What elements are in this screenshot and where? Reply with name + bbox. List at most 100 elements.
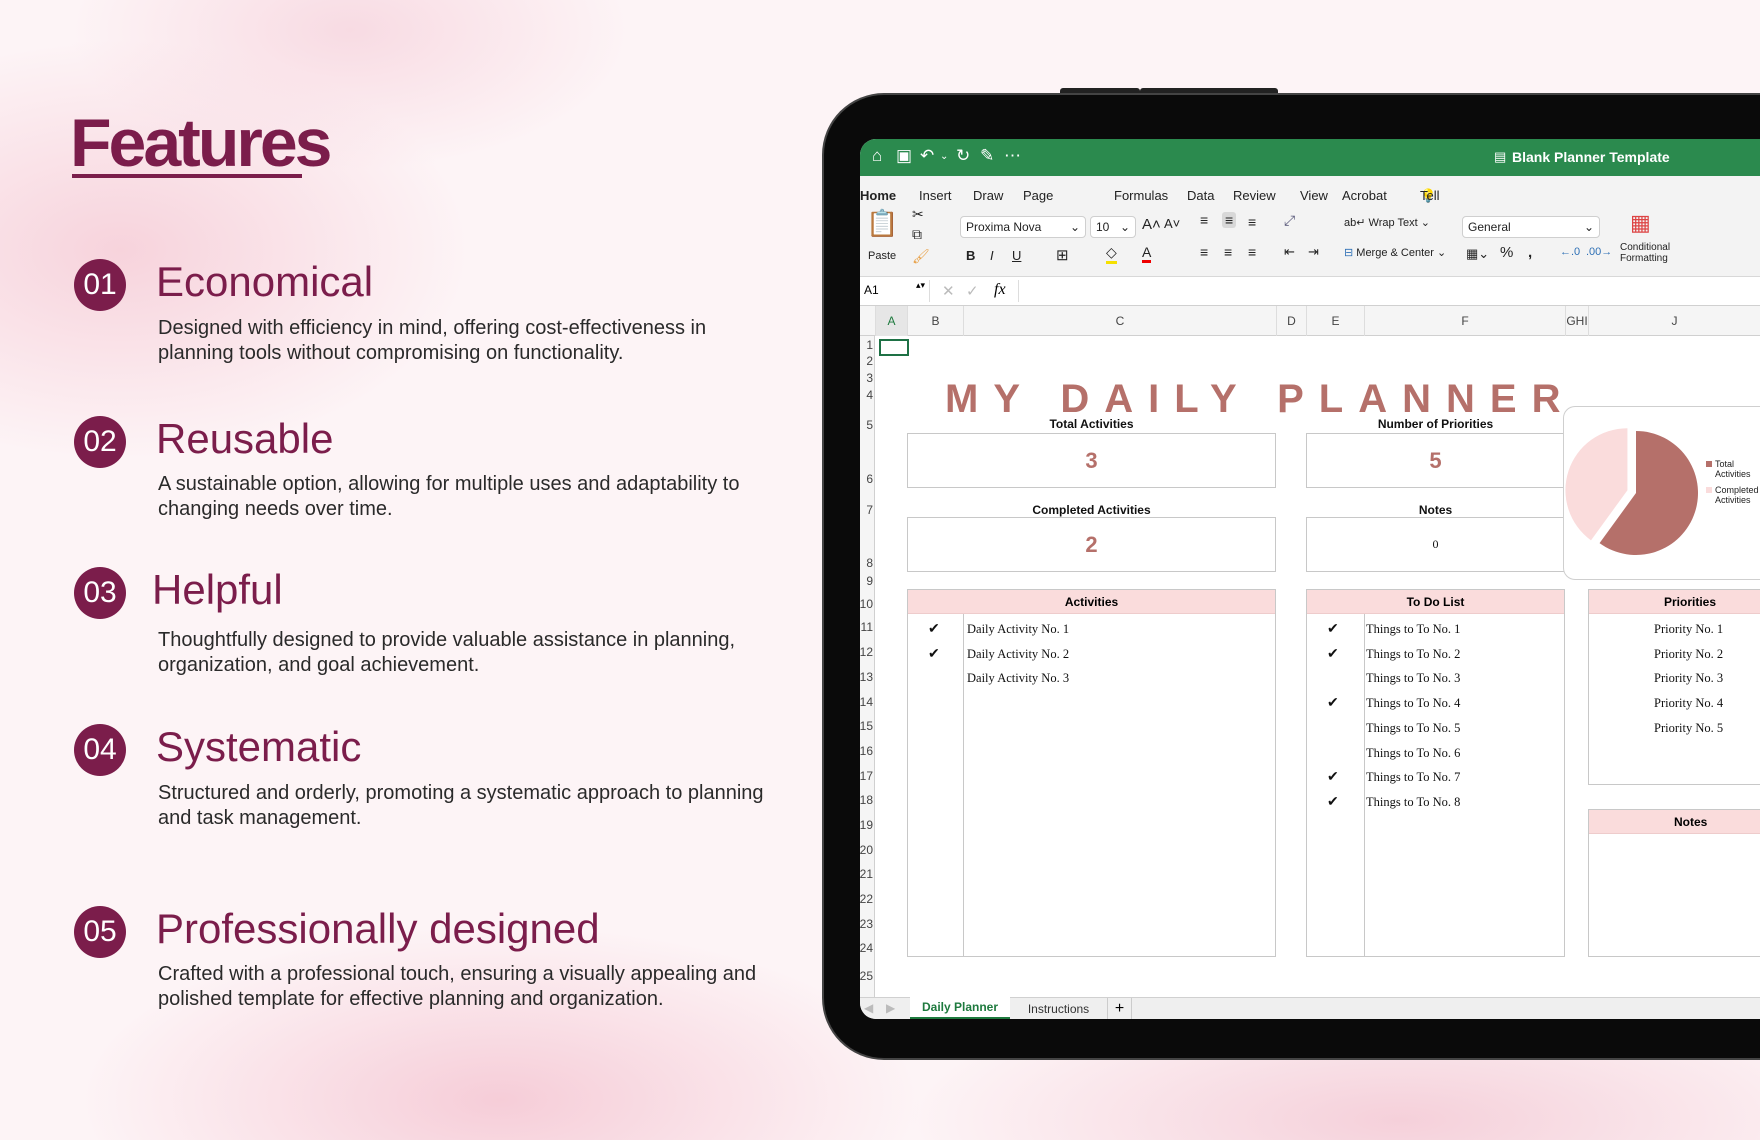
column-header[interactable]: C bbox=[963, 306, 1276, 336]
function-icon[interactable]: fx bbox=[994, 281, 1006, 299]
column-header[interactable]: A bbox=[875, 306, 907, 336]
list-item[interactable]: Things to To No. 3 bbox=[1366, 671, 1460, 686]
decrease-decimal-icon[interactable]: .00→ bbox=[1586, 246, 1612, 258]
list-item[interactable]: Things to To No. 8 bbox=[1366, 795, 1460, 810]
wrap-text-button[interactable]: ab↵ Wrap Text ⌄ bbox=[1344, 216, 1430, 229]
paste-icon[interactable]: 📋 bbox=[866, 208, 898, 239]
more-icon[interactable]: ⋯ bbox=[1004, 146, 1021, 166]
checkmark-icon[interactable]: ✔ bbox=[1327, 645, 1339, 662]
scroll-left-icon[interactable]: ◀ bbox=[864, 1001, 873, 1015]
checkmark-icon[interactable]: ✔ bbox=[1327, 793, 1339, 810]
row-header[interactable]: 2 bbox=[866, 355, 873, 367]
row-header[interactable]: 8 bbox=[866, 557, 873, 569]
checkmark-icon[interactable]: ✔ bbox=[928, 620, 940, 637]
italic-button[interactable]: I bbox=[990, 248, 994, 263]
formula-input[interactable] bbox=[1018, 280, 1760, 302]
list-item[interactable]: Priority No. 5 bbox=[1654, 721, 1723, 736]
align-middle-icon[interactable]: ≡ bbox=[1222, 212, 1237, 228]
row-header[interactable]: 7 bbox=[866, 504, 873, 516]
list-item[interactable]: Priority No. 3 bbox=[1654, 671, 1723, 686]
row-header[interactable]: 11 bbox=[861, 621, 873, 633]
conditional-formatting-icon[interactable]: ▦ bbox=[1630, 210, 1651, 236]
edit-icon[interactable]: ✎ bbox=[980, 146, 994, 166]
chevron-down-icon[interactable]: ⌄ bbox=[940, 151, 948, 162]
column-header[interactable]: GHI bbox=[1565, 306, 1588, 336]
list-item[interactable]: Daily Activity No. 3 bbox=[967, 671, 1069, 686]
redo-icon[interactable]: ↻ bbox=[956, 146, 970, 166]
undo-icon[interactable]: ↶ bbox=[920, 146, 934, 166]
increase-indent-icon[interactable]: ⇥ bbox=[1308, 244, 1319, 260]
list-item[interactable]: Things to To No. 7 bbox=[1366, 770, 1460, 785]
paste-label[interactable]: Paste bbox=[868, 250, 896, 262]
merge-center-button[interactable]: ⊟ Merge & Center ⌄ bbox=[1344, 246, 1446, 259]
bold-button[interactable]: B bbox=[966, 248, 975, 263]
row-header[interactable]: 9 bbox=[866, 575, 873, 587]
column-header[interactable]: F bbox=[1364, 306, 1565, 336]
list-item[interactable]: Things to To No. 1 bbox=[1366, 622, 1460, 637]
align-bottom-icon[interactable]: ≡ bbox=[1248, 214, 1256, 230]
column-header[interactable]: E bbox=[1306, 306, 1364, 336]
percent-icon[interactable]: % bbox=[1500, 244, 1513, 261]
list-item[interactable]: Priority No. 4 bbox=[1654, 696, 1723, 711]
row-header[interactable]: 5 bbox=[866, 419, 873, 431]
pie-chart[interactable]: Total Activities Completed Activities bbox=[1563, 406, 1760, 580]
column-header[interactable]: B bbox=[907, 306, 963, 336]
checkmark-icon[interactable]: ✔ bbox=[1327, 768, 1339, 785]
tab-instructions[interactable]: Instructions bbox=[1010, 998, 1108, 1019]
name-box[interactable]: A1 ▴▾ bbox=[860, 280, 930, 302]
row-header[interactable]: 1 bbox=[866, 339, 873, 351]
row-header[interactable]: 4 bbox=[866, 389, 873, 401]
decrease-font-icon[interactable]: A˅ bbox=[1164, 216, 1180, 231]
home-icon[interactable]: ⌂ bbox=[872, 146, 882, 166]
align-right-icon[interactable]: ≡ bbox=[1248, 244, 1256, 260]
total-activities-value[interactable]: 3 bbox=[907, 433, 1276, 488]
fill-color-icon[interactable]: ◇ bbox=[1106, 244, 1117, 264]
list-item[interactable]: Things to To No. 6 bbox=[1366, 746, 1460, 761]
align-left-icon[interactable]: ≡ bbox=[1200, 244, 1208, 260]
increase-decimal-icon[interactable]: ←.0 bbox=[1560, 246, 1580, 258]
enter-icon[interactable]: ✓ bbox=[966, 282, 979, 300]
row-header[interactable]: 23 bbox=[860, 918, 873, 930]
checkmark-icon[interactable]: ✔ bbox=[928, 645, 940, 662]
font-size-select[interactable]: 10 ⌄ bbox=[1090, 216, 1136, 238]
row-header[interactable]: 14 bbox=[860, 696, 873, 708]
row-header[interactable]: 19 bbox=[860, 819, 873, 831]
row-header[interactable]: 13 bbox=[860, 671, 873, 683]
borders-icon[interactable]: ⊞ bbox=[1056, 246, 1069, 264]
cancel-icon[interactable]: ✕ bbox=[942, 282, 955, 300]
row-header[interactable]: 20 bbox=[860, 844, 873, 856]
underline-button[interactable]: U bbox=[1012, 248, 1021, 263]
list-item[interactable]: Daily Activity No. 2 bbox=[967, 647, 1069, 662]
align-top-icon[interactable]: ≡ bbox=[1200, 212, 1208, 228]
row-header[interactable]: 15 bbox=[860, 720, 873, 732]
row-header[interactable]: 22 bbox=[860, 893, 873, 905]
row-header[interactable]: 10 bbox=[860, 598, 873, 610]
font-select[interactable]: Proxima Nova ⌄ bbox=[960, 216, 1086, 238]
row-header[interactable]: 25 bbox=[860, 970, 873, 982]
column-header[interactable]: J bbox=[1588, 306, 1760, 336]
row-header[interactable]: 16 bbox=[860, 745, 873, 757]
list-item[interactable]: Things to To No. 5 bbox=[1366, 721, 1460, 736]
notes-box[interactable]: Notes bbox=[1588, 809, 1760, 957]
list-item[interactable]: Things to To No. 2 bbox=[1366, 647, 1460, 662]
format-painter-icon[interactable]: 🖌 bbox=[912, 248, 930, 265]
row-header[interactable]: 6 bbox=[866, 473, 873, 485]
increase-font-icon[interactable]: A˄ bbox=[1142, 216, 1161, 233]
number-format-select[interactable]: General ⌄ bbox=[1462, 216, 1600, 238]
add-sheet-button[interactable]: + bbox=[1108, 998, 1132, 1019]
tab-daily-planner[interactable]: Daily Planner bbox=[910, 997, 1010, 1019]
row-header[interactable]: 18 bbox=[860, 794, 873, 806]
copy-icon[interactable]: ⧉ bbox=[912, 226, 922, 243]
accounting-icon[interactable]: ▦⌄ bbox=[1466, 246, 1489, 262]
cut-icon[interactable]: ✂ bbox=[912, 206, 924, 223]
scroll-right-icon[interactable]: ▶ bbox=[886, 1001, 895, 1015]
row-header[interactable]: 21 bbox=[860, 868, 873, 880]
completed-activities-value[interactable]: 2 bbox=[907, 517, 1276, 572]
column-header[interactable]: D bbox=[1276, 306, 1306, 336]
list-item[interactable]: Priority No. 1 bbox=[1654, 622, 1723, 637]
list-item[interactable]: Priority No. 2 bbox=[1654, 647, 1723, 662]
list-item[interactable]: Things to To No. 4 bbox=[1366, 696, 1460, 711]
selected-cell[interactable] bbox=[879, 339, 909, 356]
checkmark-icon[interactable]: ✔ bbox=[1327, 620, 1339, 637]
row-header[interactable]: 12 bbox=[860, 646, 873, 658]
